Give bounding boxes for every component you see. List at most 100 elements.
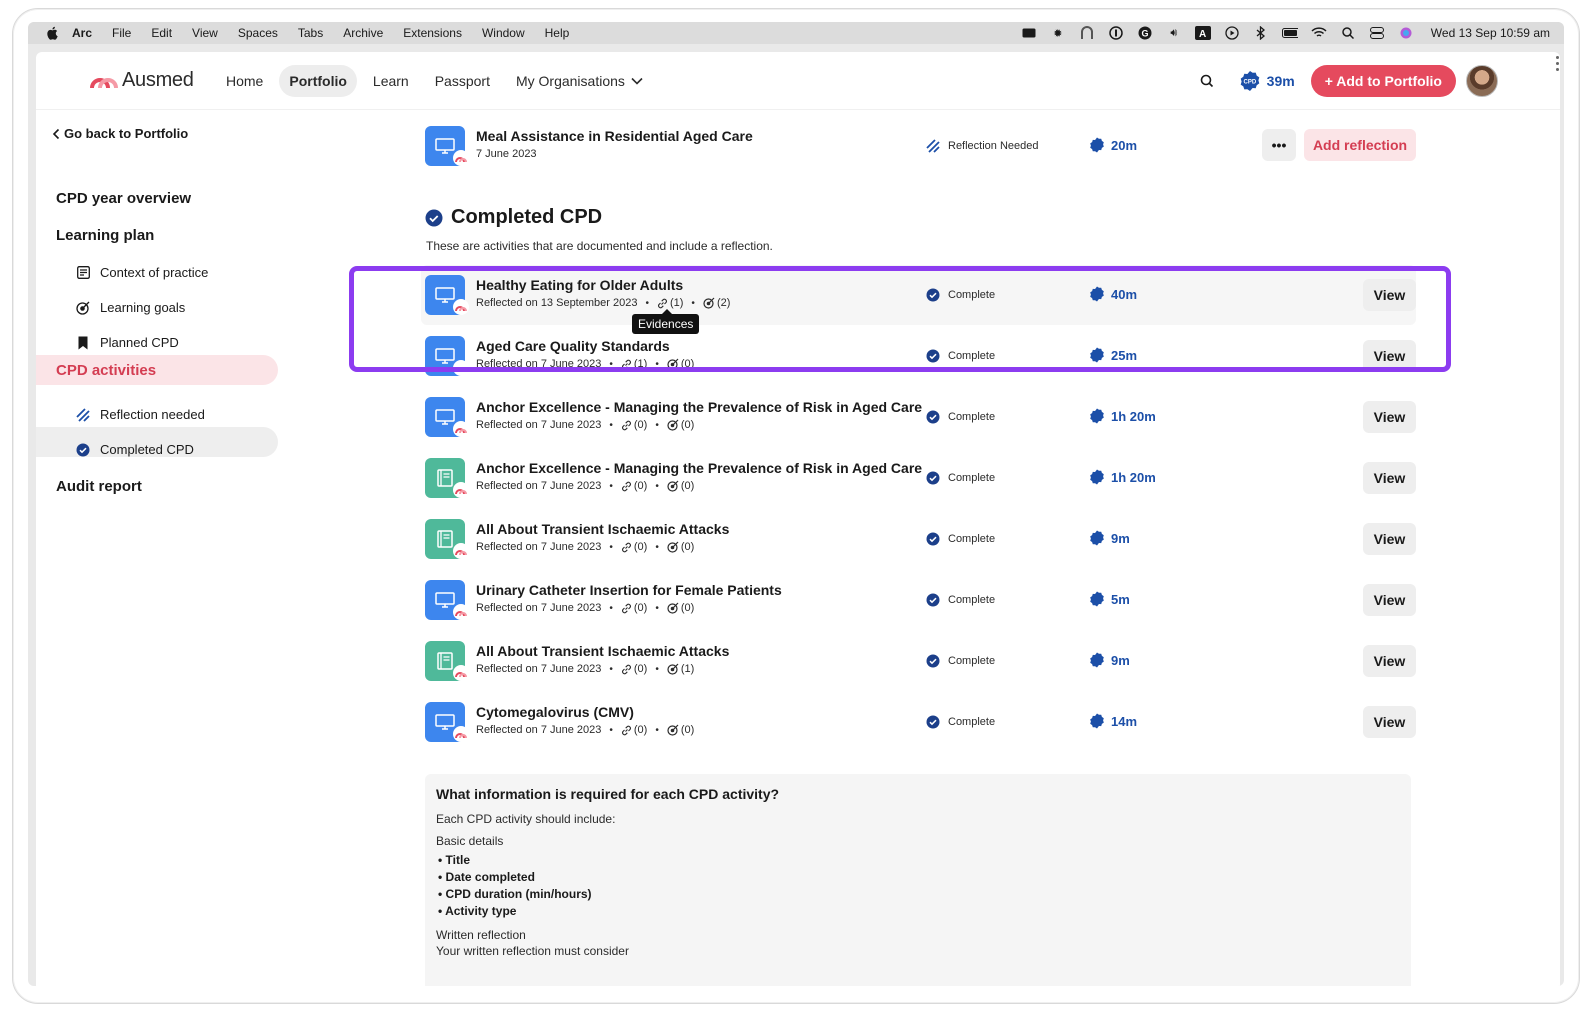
view-button[interactable]: View	[1363, 645, 1416, 677]
sidebar-cpd-activities[interactable]: CPD activities	[56, 362, 156, 379]
evidences-count[interactable]: (0)	[621, 480, 647, 492]
arch-icon[interactable]	[1079, 26, 1095, 40]
book-icon	[437, 652, 453, 670]
goals-count[interactable]: (1)	[667, 663, 694, 675]
activity-duration: 9m	[1089, 652, 1130, 668]
more-options-button[interactable]: •••	[1262, 129, 1296, 161]
bluetooth-icon[interactable]	[1253, 26, 1269, 40]
battery-icon[interactable]	[1281, 26, 1298, 40]
sidebar-item-context-of-practice[interactable]: Context of practice	[76, 265, 208, 280]
monitor-icon	[435, 714, 455, 730]
status-text: Complete	[948, 472, 996, 484]
reflected-date: Reflected on 7 June 2023	[476, 602, 602, 614]
activity-title[interactable]: Cytomegalovirus (CMV)	[476, 704, 634, 720]
add-to-portfolio-button[interactable]: + Add to Portfolio	[1310, 64, 1456, 97]
sidebar-audit-report[interactable]: Audit report	[56, 478, 142, 495]
view-button[interactable]: View	[1363, 584, 1416, 616]
sidebar-item-planned-cpd[interactable]: Planned CPD	[76, 335, 179, 350]
menu-archive[interactable]: Archive	[343, 26, 383, 40]
back-to-portfolio-link[interactable]: Go back to Portfolio	[52, 126, 188, 141]
target-icon	[667, 602, 679, 614]
cpd-badge-icon	[1090, 469, 1104, 485]
nav-home[interactable]: Home	[216, 65, 273, 97]
keyboard-icon[interactable]	[1021, 26, 1037, 40]
sidebar-learning-plan[interactable]: Learning plan	[56, 227, 154, 244]
main-nav: Home Portfolio Learn Passport My Organis…	[216, 64, 653, 97]
activity-title[interactable]: All About Transient Ischaemic Attacks	[476, 521, 729, 537]
goals-count[interactable]: (0)	[667, 724, 694, 736]
evidences-count[interactable]: (0)	[621, 724, 647, 736]
menu-edit[interactable]: Edit	[151, 26, 172, 40]
control-center-icon[interactable]	[1369, 26, 1385, 40]
view-button[interactable]: View	[1363, 462, 1416, 494]
search-icon[interactable]	[1199, 73, 1215, 89]
evidences-count[interactable]: (0)	[621, 541, 647, 553]
stripes-icon	[76, 407, 90, 422]
avatar[interactable]	[1466, 64, 1498, 97]
goals-count-text: (0)	[680, 541, 695, 553]
evidences-count-text: (0)	[633, 724, 648, 736]
menu-extensions[interactable]: Extensions	[403, 26, 462, 40]
activity-title[interactable]: Meal Assistance in Residential Aged Care	[476, 128, 753, 144]
nav-learn[interactable]: Learn	[363, 65, 419, 97]
activity-title[interactable]: All About Transient Ischaemic Attacks	[476, 643, 729, 659]
menu-tabs[interactable]: Tabs	[298, 26, 323, 40]
ausmed-badge-icon	[453, 543, 469, 559]
sidebar-cpd-year-overview[interactable]: CPD year overview	[56, 190, 191, 207]
add-reflection-button[interactable]: Add reflection	[1304, 129, 1416, 161]
check-circle-icon	[926, 715, 940, 729]
view-button[interactable]: View	[1363, 523, 1416, 555]
gear-icon[interactable]: ✹	[1050, 26, 1066, 40]
menu-view[interactable]: View	[192, 26, 218, 40]
top-navigation: Ausmed Home Portfolio Learn Passport My …	[36, 52, 1560, 110]
nav-portfolio[interactable]: Portfolio	[279, 64, 357, 97]
input-source-icon[interactable]: A	[1194, 26, 1211, 40]
evidences-count[interactable]: (0)	[621, 419, 647, 431]
wifi-icon[interactable]	[1311, 26, 1327, 40]
menu-help[interactable]: Help	[545, 26, 570, 40]
goals-count[interactable]: (0)	[667, 480, 694, 492]
menu-file[interactable]: File	[112, 26, 131, 40]
apple-icon[interactable]	[44, 25, 60, 41]
cpd-time-badge[interactable]: CPD 39m	[1239, 70, 1295, 92]
table-row: Anchor Excellence - Managing the Prevale…	[421, 448, 1416, 508]
ausmed-logo[interactable]: Ausmed	[90, 69, 200, 92]
cpd-badge-icon	[1090, 591, 1104, 607]
password-icon[interactable]	[1108, 26, 1124, 40]
info-basic-list: Title Date completed CPD duration (min/h…	[438, 852, 1400, 920]
goals-count[interactable]: (0)	[667, 419, 694, 431]
table-row: Anchor Excellence - Managing the Prevale…	[421, 387, 1416, 447]
menu-spaces[interactable]: Spaces	[238, 26, 278, 40]
duration-text: 5m	[1111, 591, 1130, 607]
play-icon[interactable]	[1224, 26, 1240, 40]
sidebar-item-completed-cpd[interactable]: Completed CPD	[76, 442, 194, 457]
activity-title[interactable]: Urinary Catheter Insertion for Female Pa…	[476, 582, 782, 598]
nav-my-organisations[interactable]: My Organisations	[506, 65, 653, 97]
link-icon	[621, 603, 631, 613]
sidebar-item-learning-goals[interactable]: Learning goals	[76, 300, 185, 315]
siri-icon[interactable]	[1398, 26, 1414, 40]
menu-app-name[interactable]: Arc	[72, 26, 92, 40]
evidences-count[interactable]: (0)	[621, 602, 647, 614]
status-reflection-needed: Reflection Needed	[926, 139, 1039, 153]
view-button[interactable]: View	[1363, 706, 1416, 738]
goals-count[interactable]: (0)	[667, 602, 694, 614]
duration-text: 1h 20m	[1111, 408, 1156, 424]
grammar-icon[interactable]: G	[1137, 26, 1153, 40]
sidebar-item-reflection-needed[interactable]: Reflection needed	[76, 407, 205, 422]
volume-icon[interactable]: 🔊︎	[1166, 26, 1182, 40]
view-button[interactable]: View	[1363, 401, 1416, 433]
menu-window[interactable]: Window	[482, 26, 525, 40]
goals-count[interactable]: (0)	[667, 541, 694, 553]
activity-title[interactable]: Anchor Excellence - Managing the Prevale…	[476, 460, 922, 476]
menubar-clock[interactable]: Wed 13 Sep 10:59 am	[1431, 26, 1550, 40]
evidences-count[interactable]: (0)	[621, 663, 647, 675]
info-basic-heading: Basic details	[436, 834, 504, 848]
spotlight-icon[interactable]	[1340, 26, 1356, 40]
nav-passport[interactable]: Passport	[425, 65, 500, 97]
goals-count-text: (0)	[680, 480, 695, 492]
evidences-count-text: (0)	[633, 480, 648, 492]
activity-title[interactable]: Anchor Excellence - Managing the Prevale…	[476, 399, 922, 415]
check-circle-icon	[425, 209, 443, 226]
nav-actions: CPD 39m + Add to Portfolio	[1199, 64, 1498, 97]
